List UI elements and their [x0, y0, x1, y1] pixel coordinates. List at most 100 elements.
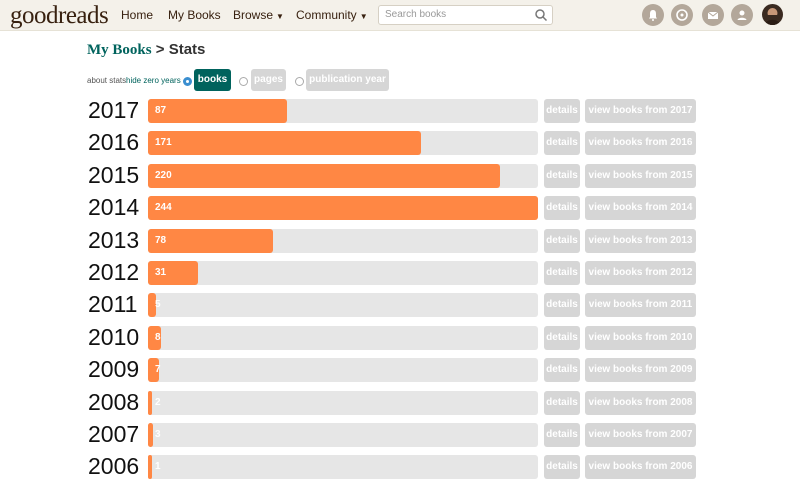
- stats-row: 2015 220 details view books from 2015: [0, 162, 800, 194]
- stats-row: 2013 78 details view books from 2013: [0, 227, 800, 259]
- details-button[interactable]: details: [544, 228, 580, 253]
- bar-fill: 8: [148, 325, 161, 350]
- bar-fill: 78: [148, 228, 273, 253]
- radio-books[interactable]: [183, 77, 192, 86]
- caret-down-icon: ▼: [359, 12, 368, 21]
- book-count: 8: [155, 331, 161, 343]
- page-title: My Books > Stats: [87, 41, 205, 59]
- stats-row: 2008 2 details view books from 2008: [0, 389, 800, 421]
- stats-row: 2007 3 details view books from 2007: [0, 421, 800, 453]
- details-button[interactable]: details: [544, 196, 580, 221]
- bar-track: 1: [148, 455, 538, 480]
- option-publication-year[interactable]: publication year: [306, 69, 389, 91]
- nav-my-books[interactable]: My Books: [168, 8, 221, 22]
- year-label: 2009: [88, 356, 140, 383]
- year-label: 2011: [88, 291, 138, 318]
- view-books-button[interactable]: view books from 2006: [585, 455, 696, 480]
- bar-track: 3: [148, 423, 538, 447]
- bar-track: 171: [148, 131, 538, 156]
- radio-publication-year[interactable]: [295, 77, 304, 86]
- year-label: 2012: [88, 259, 140, 285]
- details-button[interactable]: details: [544, 99, 580, 123]
- year-label: 2016: [88, 129, 140, 156]
- about-stats-link[interactable]: about stats: [87, 76, 126, 85]
- nav-browse-label: Browse: [233, 8, 274, 22]
- search-placeholder: Search books: [385, 9, 447, 20]
- book-count: 31: [155, 267, 167, 278]
- view-books-button[interactable]: view books from 2013: [585, 228, 696, 253]
- view-books-button[interactable]: view books from 2015: [585, 163, 696, 188]
- view-books-button[interactable]: view books from 2011: [585, 293, 696, 318]
- year-label: 2015: [88, 161, 140, 188]
- year-label: 2017: [88, 97, 140, 123]
- bar-track: 220: [148, 163, 538, 188]
- bar-fill: 3: [148, 423, 161, 447]
- stats-row: 2010 8 details view books from 2010: [0, 324, 800, 356]
- bar-track: 8: [148, 325, 538, 350]
- stats-row: 2012 31 details view books from 2012: [0, 259, 800, 291]
- view-books-button[interactable]: view books from 2014: [585, 196, 696, 221]
- top-header: goodreads Home My Books Browse ▼ Communit…: [0, 0, 800, 31]
- caret-down-icon: ▼: [276, 12, 284, 21]
- stats-row: 2014 244 details view books from 2014: [0, 194, 800, 226]
- year-label: 2013: [88, 226, 140, 253]
- details-button[interactable]: details: [544, 325, 580, 350]
- view-books-button[interactable]: view books from 2016: [585, 131, 696, 156]
- bar-fill: 5: [148, 293, 161, 318]
- year-label: 2010: [88, 323, 140, 350]
- details-button[interactable]: details: [544, 423, 580, 447]
- user-avatar[interactable]: [762, 4, 783, 25]
- view-books-button[interactable]: view books from 2010: [585, 325, 696, 350]
- view-books-button[interactable]: view books from 2008: [585, 390, 696, 415]
- search-input[interactable]: Search books: [378, 5, 553, 25]
- about-stats-label: about stats: [87, 76, 127, 85]
- logo-text-reads: reads: [58, 2, 109, 29]
- details-button[interactable]: details: [544, 131, 580, 156]
- bar-fill: 2: [148, 390, 161, 415]
- option-pages[interactable]: pages: [251, 69, 286, 91]
- view-books-button[interactable]: view books from 2007: [585, 423, 696, 447]
- book-count: 244: [155, 202, 172, 214]
- bar-track: 5: [148, 293, 538, 318]
- nav-community[interactable]: Community ▼: [296, 8, 368, 22]
- details-button[interactable]: details: [544, 293, 580, 318]
- year-label: 2007: [88, 421, 140, 447]
- friends-icon[interactable]: [731, 4, 753, 26]
- bar-fill: 31: [148, 261, 198, 285]
- bar-track: 244: [148, 196, 538, 221]
- breadcrumb-current: Stats: [168, 41, 206, 58]
- breadcrumb-separator: >: [155, 41, 165, 58]
- radio-pages[interactable]: [239, 77, 248, 86]
- view-books-button[interactable]: view books from 2017: [585, 99, 696, 123]
- chat-icon[interactable]: [671, 4, 693, 26]
- option-pages-label: pages: [254, 74, 283, 85]
- details-button[interactable]: details: [544, 261, 580, 285]
- details-button[interactable]: details: [544, 163, 580, 188]
- book-count: 1: [155, 461, 161, 473]
- bar-fill: 244: [148, 196, 538, 221]
- logo-text-good: good: [10, 2, 59, 29]
- nav-home[interactable]: Home: [121, 8, 153, 22]
- view-books-button[interactable]: view books from 2012: [585, 261, 696, 285]
- bar-fill: 1: [148, 455, 161, 480]
- book-count: 78: [155, 234, 167, 246]
- nav-browse[interactable]: Browse ▼: [233, 8, 284, 22]
- option-books-label: books: [197, 74, 228, 85]
- stats-row: 2006 1 details view books from 2006: [0, 453, 800, 485]
- nav-home-label: Home: [121, 8, 154, 22]
- search-icon[interactable]: [534, 8, 548, 22]
- book-count: 3: [155, 429, 161, 440]
- mail-icon[interactable]: [702, 4, 724, 26]
- book-count: 220: [155, 169, 172, 181]
- details-button[interactable]: details: [544, 390, 580, 415]
- stats-row: 2016 171 details view books from 2016: [0, 129, 800, 161]
- details-button[interactable]: details: [544, 358, 580, 383]
- details-button[interactable]: details: [544, 455, 580, 480]
- goodreads-logo[interactable]: goodreads: [10, 2, 109, 30]
- view-books-button[interactable]: view books from 2009: [585, 358, 696, 383]
- hide-zero-years-link[interactable]: hide zero years: [126, 76, 181, 85]
- book-count: 87: [155, 105, 167, 116]
- option-books[interactable]: books: [194, 69, 231, 91]
- breadcrumb-my-books[interactable]: My Books: [87, 42, 152, 58]
- bell-icon[interactable]: [642, 4, 664, 26]
